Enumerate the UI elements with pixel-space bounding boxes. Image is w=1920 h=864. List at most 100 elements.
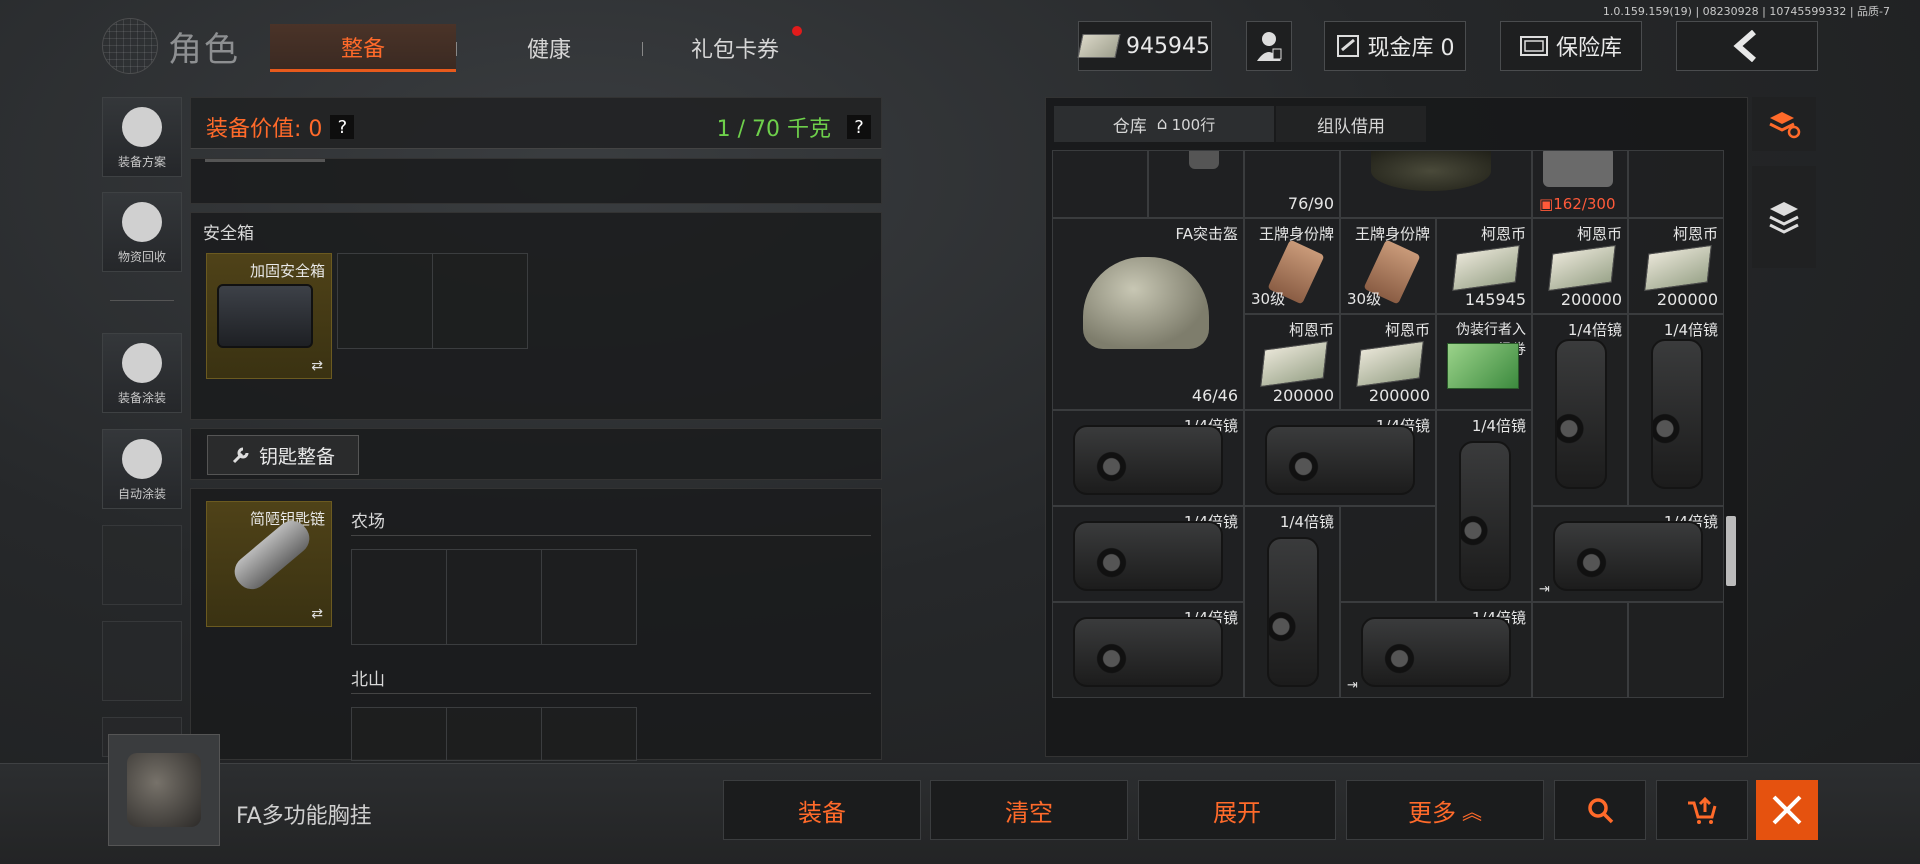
- cash-vault-button[interactable]: 现金库 0: [1324, 21, 1466, 71]
- safe-box-cell[interactable]: [337, 253, 433, 349]
- key-slot[interactable]: [446, 707, 542, 761]
- cash-icon: [1260, 340, 1328, 388]
- equipment-value: 装备价值: 0: [206, 117, 323, 142]
- warehouse-item[interactable]: 柯恩币 200000: [1244, 314, 1340, 410]
- close-icon: [1772, 795, 1802, 825]
- help-icon[interactable]: ?: [330, 115, 355, 139]
- stack-button[interactable]: [1752, 166, 1816, 268]
- sell-button[interactable]: [1656, 780, 1748, 840]
- wrench-icon: [232, 447, 249, 464]
- warehouse-scrollbar[interactable]: [1726, 516, 1736, 586]
- key-equip-label: 钥匙整备: [258, 445, 335, 468]
- warehouse-item[interactable]: 1/4倍镜: [1052, 410, 1244, 506]
- warehouse-item[interactable]: 1/4倍镜 ⇥: [1532, 506, 1724, 602]
- warehouse-item[interactable]: 1/4倍镜: [1628, 314, 1724, 506]
- scope-image: [1459, 441, 1511, 591]
- warehouse-tab[interactable]: 仓库 ⌂ 100行: [1054, 106, 1274, 142]
- safe-box-image: [217, 284, 313, 348]
- warehouse-item[interactable]: 1/4倍镜 ⇥: [1340, 602, 1532, 698]
- transfer-icon: ⇥: [1539, 582, 1550, 597]
- sort-button[interactable]: [1752, 97, 1816, 151]
- key-equip-button[interactable]: 钥匙整备: [207, 435, 359, 475]
- warehouse-item[interactable]: 柯恩币 200000: [1340, 314, 1436, 410]
- item-durability: 46/46: [1191, 386, 1238, 405]
- warehouse-item[interactable]: 1/4倍镜: [1052, 506, 1244, 602]
- tab-health[interactable]: 健康: [456, 24, 642, 72]
- warehouse-item[interactable]: 柯恩币 145945: [1436, 218, 1532, 314]
- close-button[interactable]: [1756, 780, 1818, 840]
- page-title: 角色: [168, 29, 240, 70]
- team-borrow-tab[interactable]: 组队借用: [1276, 106, 1426, 142]
- warehouse-cell[interactable]: [1628, 602, 1724, 698]
- warehouse-cell[interactable]: [1532, 602, 1628, 698]
- equip-button[interactable]: 装备: [723, 780, 921, 840]
- tab-gift-cards[interactable]: 礼包卡券: [642, 24, 828, 72]
- warehouse-item[interactable]: 1/4倍镜: [1244, 410, 1436, 506]
- warehouse-cell[interactable]: [1340, 506, 1436, 602]
- swap-icon[interactable]: ⇄: [311, 358, 323, 374]
- item-level: 30级: [1347, 290, 1382, 308]
- key-slot[interactable]: [541, 549, 637, 645]
- more-button[interactable]: 更多 ︽: [1346, 780, 1544, 840]
- expand-button[interactable]: 展开: [1138, 780, 1336, 840]
- cash-icon: [1452, 244, 1520, 292]
- cash-vault-label: 现金库 0: [1367, 36, 1455, 61]
- scope-image: [1073, 521, 1223, 591]
- selected-item-thumbnail[interactable]: [108, 734, 220, 846]
- sidebar-label: 装备方案: [117, 155, 166, 169]
- sidebar-recycle[interactable]: 物资回收: [102, 192, 182, 272]
- warehouse-item[interactable]: 伪装行者入场券: [1436, 314, 1532, 410]
- warehouse-item[interactable]: 1/4倍镜: [1052, 602, 1244, 698]
- safe-box-cell[interactable]: [432, 253, 528, 349]
- warehouse-item[interactable]: 王牌身份牌 30级: [1244, 218, 1340, 314]
- sidebar-empty-slot: [102, 621, 182, 701]
- sidebar-auto-paint[interactable]: 自动涂装: [102, 429, 182, 509]
- safe-box-name: 加固安全箱: [249, 262, 325, 280]
- item-name: 王牌身份牌: [1354, 225, 1430, 243]
- warehouse-item[interactable]: 1/4倍镜: [1436, 410, 1532, 602]
- warehouse-item[interactable]: ▣162/300: [1532, 150, 1628, 218]
- sidebar-paint[interactable]: 装备涂装: [102, 333, 182, 413]
- warehouse-item[interactable]: 1/4倍镜: [1532, 314, 1628, 506]
- scope-image: [1073, 425, 1223, 495]
- sidebar-equipment-plan[interactable]: 装备方案: [102, 97, 182, 177]
- warehouse-item[interactable]: 柯恩币 200000: [1628, 218, 1724, 314]
- insurance-label: 保险库: [1555, 36, 1622, 61]
- key-slot[interactable]: [446, 549, 542, 645]
- warehouse-item[interactable]: FA突击盔 46/46: [1052, 218, 1244, 410]
- keys-header: 钥匙整备: [190, 428, 882, 480]
- scope-image: [1073, 617, 1223, 687]
- item-name: 柯恩币: [1480, 225, 1526, 243]
- clear-button[interactable]: 清空: [930, 780, 1128, 840]
- key-slot[interactable]: [351, 707, 447, 761]
- item-name: 柯恩币: [1384, 321, 1430, 339]
- tab-bar: 整备 健康 礼包卡券: [270, 24, 828, 72]
- warehouse-item[interactable]: 王牌身份牌 30级: [1340, 218, 1436, 314]
- item-name: FA突击盔: [1175, 225, 1238, 243]
- search-button[interactable]: [1554, 780, 1646, 840]
- tab-equip[interactable]: 整备: [270, 24, 456, 72]
- key-slot[interactable]: [541, 707, 637, 761]
- warehouse-cell[interactable]: [1628, 150, 1724, 218]
- warehouse-item[interactable]: 1/4倍镜: [1244, 506, 1340, 698]
- item-amount: 200000: [1656, 290, 1718, 309]
- currency-display[interactable]: 945945: [1077, 21, 1212, 71]
- item-name: 柯恩币: [1576, 225, 1622, 243]
- warehouse-item[interactable]: 柯恩币 200000: [1532, 218, 1628, 314]
- item-name: 1/4倍镜: [1471, 417, 1526, 435]
- page-header: 角色: [102, 18, 240, 74]
- swap-icon[interactable]: ⇄: [311, 606, 323, 622]
- key-slot[interactable]: [351, 549, 447, 645]
- safe-box-slot[interactable]: 加固安全箱 ⇄: [206, 253, 332, 379]
- layers-down-icon: [1769, 202, 1799, 234]
- warehouse-item[interactable]: 76/90: [1244, 150, 1340, 218]
- help-icon[interactable]: ?: [847, 115, 871, 139]
- back-button[interactable]: [1676, 21, 1818, 71]
- home-icon: ⌂: [1156, 114, 1168, 134]
- warehouse-cell[interactable]: [1052, 150, 1148, 218]
- keychain-slot[interactable]: 简陋钥匙链 ⇄: [206, 501, 332, 627]
- insurance-button[interactable]: 保险库: [1500, 21, 1642, 71]
- warehouse-item[interactable]: [1340, 150, 1532, 218]
- warehouse-cell[interactable]: [1148, 150, 1244, 218]
- support-button[interactable]: [1246, 21, 1292, 71]
